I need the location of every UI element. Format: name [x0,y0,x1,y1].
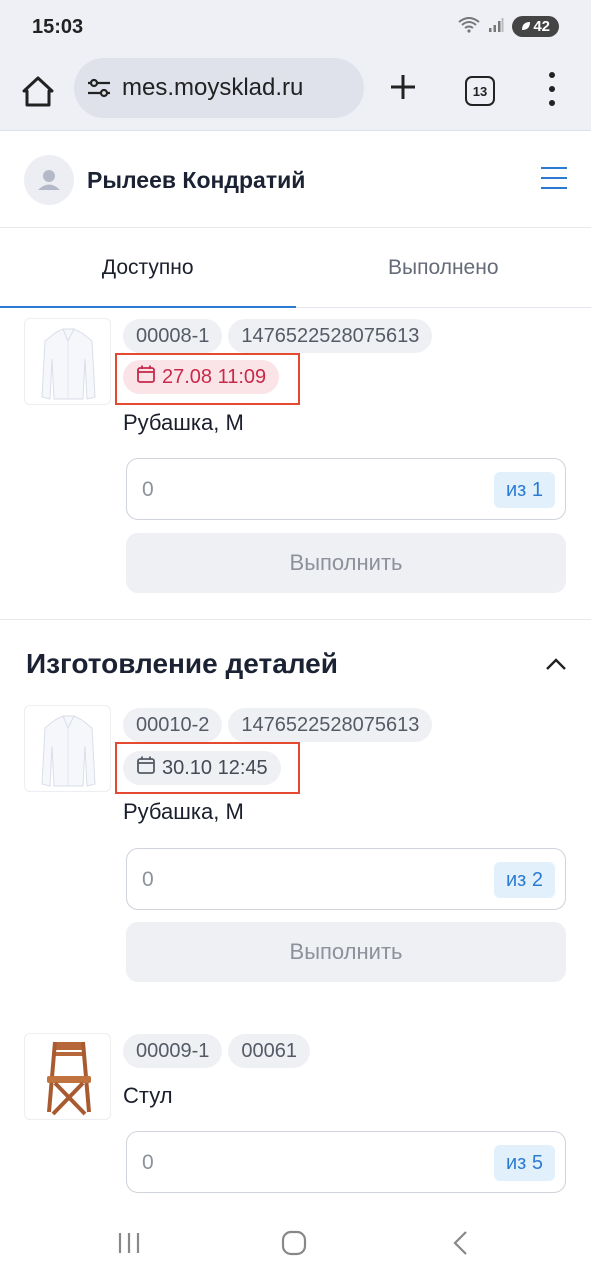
product-image-shirt [24,318,111,405]
wifi-icon [458,16,480,37]
home-icon[interactable] [18,72,58,112]
product-image-chair [24,1033,111,1120]
quantity-total-badge: из 1 [493,472,555,508]
quantity-total-badge: из 2 [493,862,555,898]
home-nav-icon[interactable] [281,1230,307,1261]
tab-completed[interactable]: Выполнено [296,228,591,307]
quantity-value[interactable]: 0 [142,478,154,502]
chevron-up-icon[interactable] [544,656,568,672]
menu-icon[interactable] [541,167,567,189]
quantity-input[interactable]: 0 из 5 [126,1131,566,1193]
signal-icon [488,17,504,37]
item-chips: 00008-1 1476522528075613 [123,319,433,353]
order-number-chip: 00010-2 [123,708,223,742]
barcode-chip: 00061 [228,1034,311,1068]
tab-bar: Доступно Выполнено [0,228,591,308]
section-title: Изготовление деталей [26,648,338,679]
status-bar: 15:03 42 [0,0,591,56]
barcode-chip: 1476522528075613 [228,708,433,742]
order-number-chip: 00008-1 [123,319,223,353]
status-time: 15:03 [32,16,84,38]
quantity-value[interactable]: 0 [142,1151,154,1175]
execute-button[interactable]: Выполнить [126,533,566,593]
leaf-icon [521,18,531,35]
app-header: Рылеев Кондратий [0,131,591,228]
divider [0,619,591,620]
browser-toolbar: mes.moysklad.ru 13 [0,56,591,131]
item-chips: 00009-1 00061 [123,1034,311,1068]
quantity-input[interactable]: 0 из 2 [126,848,566,910]
order-number-chip: 00009-1 [123,1034,223,1068]
tabs-icon[interactable]: 13 [465,76,495,106]
system-nav-bar [0,1206,591,1280]
avatar[interactable] [24,155,74,205]
site-settings-icon[interactable] [86,76,112,100]
url-text[interactable]: mes.moysklad.ru [122,74,303,102]
quantity-value[interactable]: 0 [142,868,154,892]
tab-available[interactable]: Доступно [0,228,296,308]
quantity-total-badge: из 5 [493,1145,555,1181]
more-icon[interactable] [544,72,560,106]
user-name: Рылеев Кондратий [87,167,306,193]
product-name: Рубашка, M [123,799,244,824]
battery-level: 42 [533,18,550,35]
product-name: Стул [123,1083,173,1108]
address-bar[interactable]: mes.moysklad.ru [74,58,364,118]
date-highlight-box [115,742,300,794]
recents-icon[interactable] [116,1230,142,1261]
product-image-shirt [24,705,111,792]
quantity-input[interactable]: 0 из 1 [126,458,566,520]
back-icon[interactable] [448,1230,474,1261]
date-highlight-box [115,353,300,405]
user-icon [38,170,60,190]
barcode-chip: 1476522528075613 [228,319,433,353]
battery-indicator: 42 [512,16,559,37]
execute-button[interactable]: Выполнить [126,922,566,982]
plus-icon[interactable] [386,70,420,104]
status-icons: 42 [458,16,559,37]
product-name: Рубашка, M [123,410,244,435]
item-chips: 00010-2 1476522528075613 [123,708,433,742]
